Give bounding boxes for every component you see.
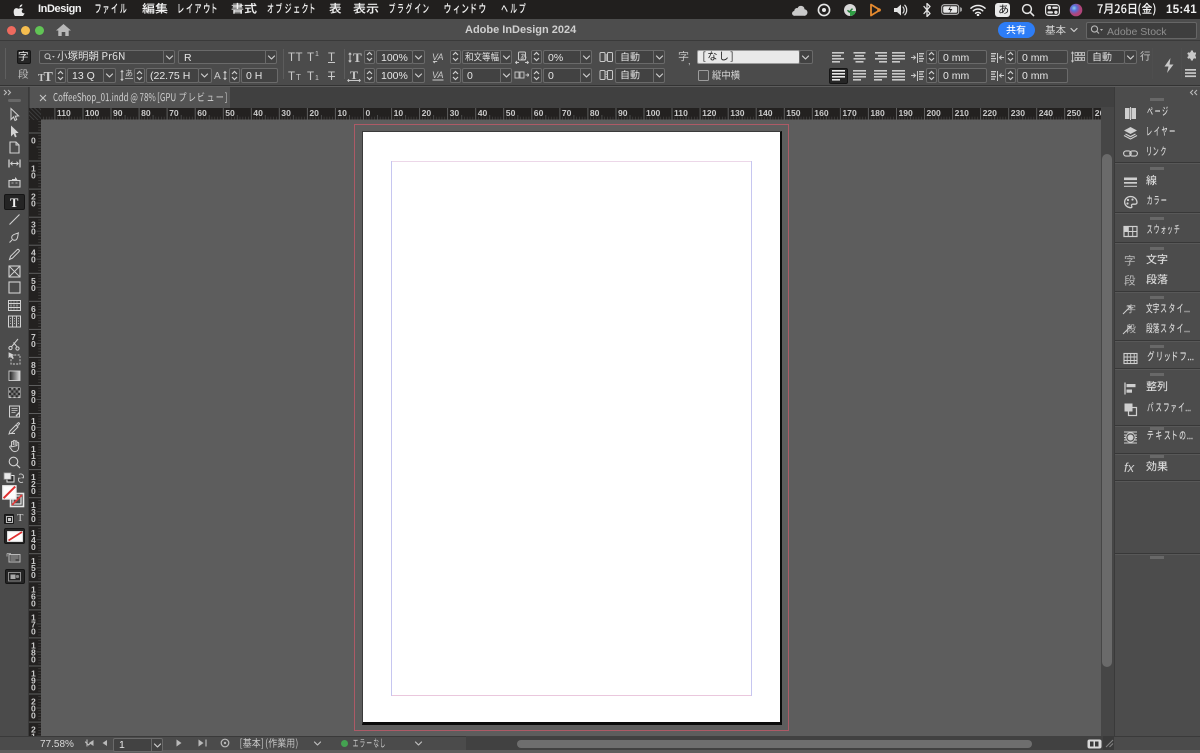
svg-text:150: 150 xyxy=(786,108,801,118)
svg-text:100: 100 xyxy=(85,108,100,118)
svg-text:170: 170 xyxy=(842,108,857,118)
svg-text:0: 0 xyxy=(31,170,36,180)
svg-text:VA: VA xyxy=(432,52,444,62)
svg-text:0: 0 xyxy=(31,135,36,145)
svg-text:40: 40 xyxy=(253,108,263,118)
svg-text:110: 110 xyxy=(57,108,71,118)
svg-text:0: 0 xyxy=(31,458,36,468)
svg-text:30: 30 xyxy=(281,108,291,118)
svg-text:0: 0 xyxy=(31,430,36,440)
svg-text:T: T xyxy=(353,51,362,64)
svg-text:0: 0 xyxy=(31,626,36,636)
svg-text:180: 180 xyxy=(870,108,885,118)
svg-text:0: 0 xyxy=(31,514,36,524)
svg-text:70: 70 xyxy=(562,108,572,118)
svg-text:30: 30 xyxy=(450,108,460,118)
svg-text:200: 200 xyxy=(927,108,942,118)
svg-text:10: 10 xyxy=(337,108,347,118)
svg-text:0: 0 xyxy=(31,542,36,552)
svg-text:210: 210 xyxy=(955,108,970,118)
svg-text:0: 0 xyxy=(31,486,36,496)
svg-text:0: 0 xyxy=(31,654,36,664)
svg-text:110: 110 xyxy=(674,108,688,118)
svg-text:50: 50 xyxy=(506,108,516,118)
svg-text:50: 50 xyxy=(225,108,235,118)
svg-text:240: 240 xyxy=(1039,108,1054,118)
svg-text:0: 0 xyxy=(31,282,36,292)
svg-text:90: 90 xyxy=(618,108,628,118)
svg-text:40: 40 xyxy=(478,108,488,118)
svg-text:80: 80 xyxy=(590,108,600,118)
svg-text:0: 0 xyxy=(31,338,36,348)
svg-text:T: T xyxy=(44,70,54,82)
svg-text:A: A xyxy=(214,71,221,82)
svg-text:230: 230 xyxy=(1011,108,1026,118)
svg-text:VA: VA xyxy=(432,70,444,80)
svg-text:90: 90 xyxy=(113,108,123,118)
svg-text:60: 60 xyxy=(534,108,544,118)
svg-text:0: 0 xyxy=(366,108,371,118)
svg-text:250: 250 xyxy=(1067,108,1082,118)
svg-text:160: 160 xyxy=(814,108,829,118)
svg-text:0: 0 xyxy=(31,598,36,608)
svg-text:20: 20 xyxy=(309,108,319,118)
svg-text:60: 60 xyxy=(197,108,207,118)
svg-text:80: 80 xyxy=(141,108,151,118)
svg-text:0: 0 xyxy=(31,226,36,236)
svg-text:70: 70 xyxy=(169,108,179,118)
svg-text:140: 140 xyxy=(758,108,773,118)
svg-text:あ: あ xyxy=(125,69,133,78)
svg-text:0: 0 xyxy=(31,682,36,692)
svg-text:120: 120 xyxy=(702,108,717,118)
svg-text:0: 0 xyxy=(31,366,36,376)
svg-text:0: 0 xyxy=(31,254,36,264)
svg-text:0: 0 xyxy=(31,710,36,720)
svg-text:130: 130 xyxy=(730,108,745,118)
svg-text:20: 20 xyxy=(422,108,432,118)
svg-text:0: 0 xyxy=(31,395,36,405)
svg-text:あ: あ xyxy=(520,53,527,61)
svg-text:0: 0 xyxy=(31,310,36,320)
svg-text:190: 190 xyxy=(899,108,914,118)
svg-text:100: 100 xyxy=(646,108,661,118)
svg-text:220: 220 xyxy=(983,108,998,118)
svg-text:10: 10 xyxy=(394,108,404,118)
svg-text:0: 0 xyxy=(31,570,36,580)
svg-text:0: 0 xyxy=(31,198,36,208)
